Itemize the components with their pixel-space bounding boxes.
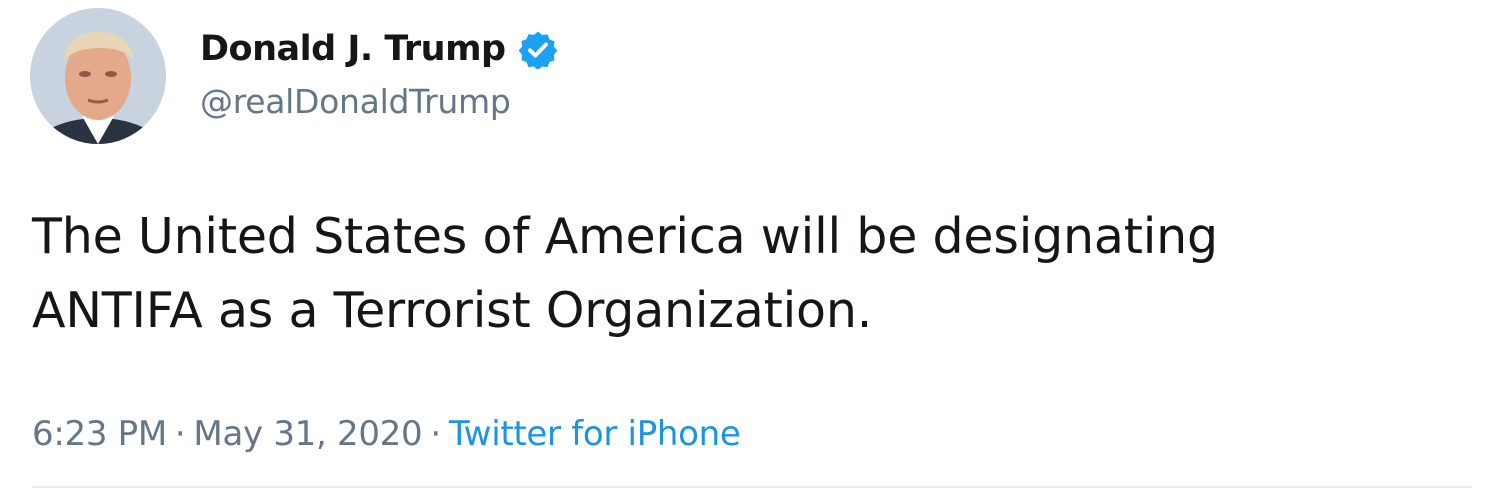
tweet-meta: 6:23 PM · May 31, 2020 · Twitter for iPhone	[32, 412, 741, 456]
avatar[interactable]	[30, 8, 166, 144]
verified-badge-icon	[518, 29, 558, 70]
tweet-time[interactable]: 6:23 PM	[32, 414, 167, 454]
name-row: Donald J. Trump	[200, 24, 558, 74]
tweet-text-line: The United States of America will be des…	[32, 208, 1218, 265]
tweet-source-link[interactable]: Twitter for iPhone	[449, 414, 741, 454]
profile-photo-icon	[30, 8, 166, 144]
tweet-text-line: ANTIFA as a Terrorist Organization.	[32, 282, 873, 339]
meta-separator: ·	[174, 414, 186, 454]
tweet-date[interactable]: May 31, 2020	[193, 414, 422, 454]
tweet-card: Donald J. Trump @realDonaldTrump The Uni…	[0, 0, 1500, 499]
meta-separator: ·	[430, 414, 441, 454]
display-name[interactable]: Donald J. Trump	[200, 29, 506, 69]
user-handle[interactable]: @realDonaldTrump	[200, 82, 511, 121]
divider	[32, 486, 1472, 488]
tweet-text: The United States of America will be des…	[32, 200, 1472, 348]
